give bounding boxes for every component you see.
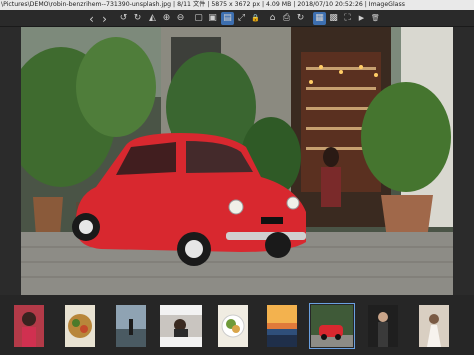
fullscreen-button[interactable]: ⛶ <box>341 12 354 25</box>
thumbnail-6[interactable] <box>267 305 297 347</box>
thumbnail-icon: ▦ <box>315 13 324 23</box>
thumbnail-image <box>218 305 248 347</box>
chevron-right-icon: › <box>102 11 107 26</box>
thumbnail-image <box>368 305 398 347</box>
thumbnail-5[interactable] <box>218 305 248 347</box>
zoom-in-icon: ⊕ <box>162 13 171 23</box>
thumbnail-image <box>311 305 353 347</box>
open-file-button[interactable]: ⌂ <box>266 12 279 25</box>
save-button[interactable]: ⎙ <box>280 12 293 25</box>
slideshow-button[interactable]: ▶ <box>355 12 368 25</box>
auto-zoom-button[interactable]: ⤢ <box>235 12 248 25</box>
auto-zoom-icon: ⤢ <box>237 13 246 23</box>
lock-zoom-button[interactable]: 🔒 <box>249 12 262 25</box>
thumbnail-2[interactable] <box>65 305 95 347</box>
thumbnail-bar-button[interactable]: ▦ <box>313 12 326 25</box>
rotate-left-icon: ↺ <box>119 13 128 23</box>
previous-image-button[interactable]: ‹ <box>85 12 98 25</box>
open-icon: ⌂ <box>269 13 276 23</box>
rotate-left-button[interactable]: ↺ <box>117 12 130 25</box>
thumbnail-image <box>65 305 95 347</box>
thumbnail-image <box>419 305 449 347</box>
zoom-in-button[interactable]: ⊕ <box>160 12 173 25</box>
thumbnail-4[interactable] <box>160 305 202 347</box>
chevron-left-icon: ‹ <box>89 11 94 26</box>
save-icon: ⎙ <box>282 13 291 23</box>
image-viewer[interactable] <box>0 27 474 295</box>
fullscreen-icon: ⛶ <box>344 13 351 23</box>
thumbnail-image <box>267 305 297 347</box>
thumbnail-1[interactable] <box>14 305 44 347</box>
thumbnail-strip <box>0 295 474 355</box>
window-title-bar: \Pictures\DEMO\robin-benzrihem--731390-u… <box>0 0 474 10</box>
trash-icon: 🗑 <box>371 14 380 22</box>
scale-to-fit-button[interactable]: ▣ <box>206 12 219 25</box>
checkerboard-button[interactable]: ▩ <box>327 12 340 25</box>
rotate-right-button[interactable]: ↻ <box>131 12 144 25</box>
thumbnail-image <box>14 305 44 347</box>
checkerboard-icon: ▩ <box>329 13 338 23</box>
refresh-button[interactable]: ↻ <box>294 12 307 25</box>
next-image-button[interactable]: › <box>98 12 111 25</box>
fit-icon: ▣ <box>208 13 217 23</box>
thumbnail-7[interactable] <box>309 303 355 349</box>
lock-icon: 🔒 <box>251 14 260 22</box>
actual-size-button[interactable]: ▢ <box>192 12 205 25</box>
fit-width-icon: ▤ <box>223 13 232 23</box>
toolbar: ‹ › ↺ ↻ ◭ ⊕ ⊖ ▢ ▣ ▤ ⤢ 🔒 ⌂ ⎙ ↻ ▦ ▩ ⛶ ▶ 🗑 <box>0 10 474 27</box>
zoom-out-icon: ⊖ <box>176 13 185 23</box>
thumbnail-8[interactable] <box>368 305 398 347</box>
window-title: \Pictures\DEMO\robin-benzrihem--731390-u… <box>1 1 405 8</box>
zoom-out-button[interactable]: ⊖ <box>174 12 187 25</box>
thumbnail-9[interactable] <box>419 305 449 347</box>
main-photo <box>21 27 453 295</box>
delete-button[interactable]: 🗑 <box>369 12 382 25</box>
rotate-right-icon: ↻ <box>133 13 142 23</box>
thumbnail-3[interactable] <box>116 305 146 347</box>
scale-to-width-button[interactable]: ▤ <box>221 12 234 25</box>
slideshow-icon: ▶ <box>358 14 365 22</box>
actual-size-icon: ▢ <box>194 13 203 23</box>
thumbnail-image <box>160 305 202 347</box>
flip-horizontal-button[interactable]: ◭ <box>146 12 159 25</box>
thumbnail-image <box>116 305 146 347</box>
flip-icon: ◭ <box>149 13 156 23</box>
refresh-icon: ↻ <box>296 13 305 23</box>
